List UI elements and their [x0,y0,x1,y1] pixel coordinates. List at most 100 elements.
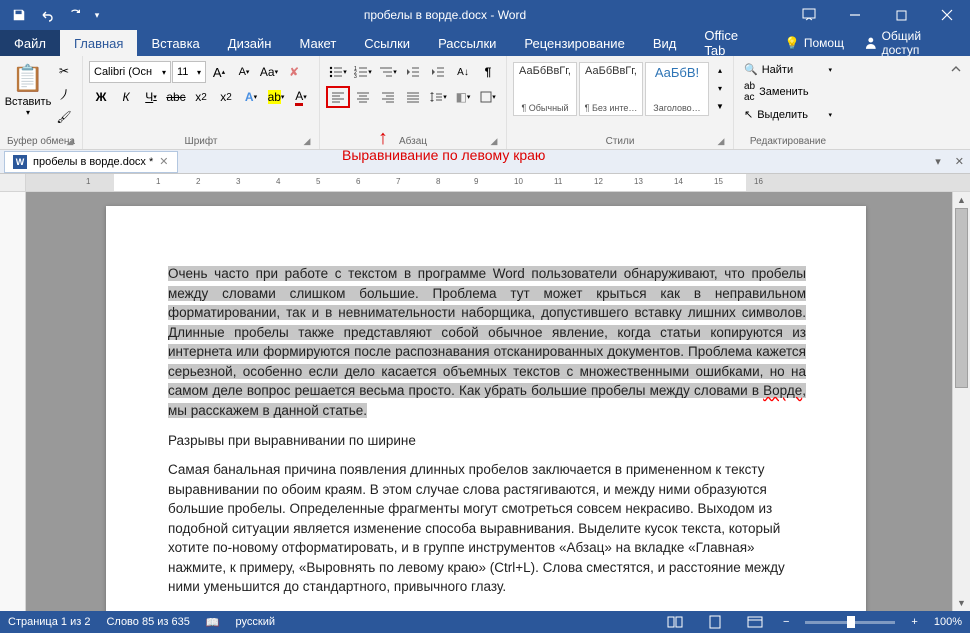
change-case-button[interactable]: Aa▾ [257,61,281,83]
replace-button[interactable]: abacЗаменить [740,79,836,105]
clear-formatting-button[interactable]: ✘ [282,61,306,83]
numbering-button[interactable]: 123▾ [351,61,375,83]
paragraph-body[interactable]: Самая банальная причина появления длинны… [168,460,806,597]
zoom-level[interactable]: 100% [934,616,962,628]
quick-access-toolbar: ▾ [0,2,104,28]
strikethrough-button[interactable]: abc [164,86,188,108]
maximize-button[interactable] [878,0,924,30]
doctabs-close-all[interactable]: ✕ [949,155,970,168]
vertical-ruler[interactable] [0,192,26,611]
tab-references[interactable]: Ссылки [350,30,424,56]
save-button[interactable] [6,2,32,28]
font-size-combo[interactable]: 11▾ [172,61,206,83]
borders-button[interactable]: ▾ [476,86,500,108]
font-color-button[interactable]: A▾ [289,86,313,108]
scissors-icon: ✂ [59,64,69,78]
paste-button[interactable]: 📋 Вставить ▾ [6,58,50,124]
zoom-handle[interactable] [847,616,855,628]
align-justify-button[interactable] [401,86,425,108]
multilevel-list-button[interactable]: ▾ [376,61,400,83]
scroll-up-button[interactable]: ▲ [953,192,970,208]
paragraph-heading[interactable]: Разрывы при выравнивании по ширине [168,431,806,451]
zoom-out-button[interactable]: − [783,616,789,628]
shrink-font-button[interactable]: A▾ [232,61,256,83]
styles-launcher[interactable]: ◢ [715,136,727,148]
qat-customize-button[interactable]: ▾ [90,2,104,28]
superscript-button[interactable]: x2 [214,86,238,108]
bullets-button[interactable]: ▾ [326,61,350,83]
show-marks-button[interactable]: ¶ [476,61,500,83]
zoom-slider[interactable] [805,621,895,624]
highlight-button[interactable]: ab▾ [264,86,288,108]
font-name-combo[interactable]: Calibri (Осн▾ [89,61,171,83]
align-right-button[interactable] [376,86,400,108]
select-button[interactable]: ↖Выделить▾ [740,106,836,123]
style-normal[interactable]: АаБбВвГг, ¶ Обычный [513,62,577,116]
document-tab[interactable]: W пробелы в ворде.docx * ✕ [4,151,178,173]
undo-button[interactable] [34,2,60,28]
vertical-scrollbar[interactable]: ▲ ▼ [952,192,970,611]
selected-text[interactable]: Очень часто при работе с текстом в прогр… [168,266,806,398]
tab-home[interactable]: Главная [60,30,137,56]
copy-button[interactable]: ⵰ [52,83,76,105]
tab-insert[interactable]: Вставка [137,30,213,56]
horizontal-ruler[interactable]: 1 1 2 3 4 5 6 7 8 9 10 11 12 13 14 15 16 [0,174,970,192]
document-canvas[interactable]: Очень часто при работе с текстом в прогр… [26,192,952,611]
subscript-button[interactable]: x2 [189,86,213,108]
sort-button[interactable]: A↓ [451,61,475,83]
clipboard-launcher[interactable]: ◢ [64,136,76,148]
font-launcher[interactable]: ◢ [301,136,313,148]
bold-button[interactable]: Ж [89,86,113,108]
shading-button[interactable]: ◧▾ [451,86,475,108]
ribbon: 📋 Вставить ▾ ✂ ⵰ 🖌 Буфер обмена◢ Calibri… [0,56,970,150]
language-indicator[interactable]: русский [236,616,275,628]
cut-button[interactable]: ✂ [52,60,76,82]
grow-font-button[interactable]: A▴ [207,61,231,83]
styles-more-button[interactable]: ▼ [713,98,727,115]
share-button[interactable]: Общий доступ [854,30,970,56]
zoom-in-button[interactable]: + [911,616,917,628]
style-no-spacing[interactable]: АаБбВвГг, ¶ Без инте… [579,62,643,116]
ribbon-tabs: Файл Главная Вставка Дизайн Макет Ссылки… [0,30,970,56]
word-count[interactable]: Слово 85 из 635 [106,616,189,628]
underline-button[interactable]: Ч▾ [139,86,163,108]
read-mode-button[interactable] [663,612,687,632]
tab-file[interactable]: Файл [0,30,60,56]
close-button[interactable] [924,0,970,30]
tab-design[interactable]: Дизайн [214,30,286,56]
tell-me-button[interactable]: 💡 Помощ [775,30,854,56]
paragraph-launcher[interactable]: ◢ [488,136,500,148]
style-heading1[interactable]: АаБбВ! Заголово… [645,62,709,116]
tab-view[interactable]: Вид [639,30,691,56]
ribbon-options-button[interactable] [786,0,832,30]
redo-button[interactable] [62,2,88,28]
tab-mailings[interactable]: Рассылки [424,30,510,56]
tab-close-icon[interactable]: ✕ [159,155,168,168]
lightbulb-icon: 💡 [785,36,800,50]
collapse-ribbon-button[interactable] [944,58,968,80]
line-spacing-button[interactable]: ▾ [426,86,450,108]
scroll-thumb[interactable] [955,208,968,388]
align-left-button[interactable] [326,86,350,108]
web-layout-button[interactable] [743,612,767,632]
tab-review[interactable]: Рецензирование [510,30,638,56]
italic-button[interactable]: К [114,86,138,108]
decrease-indent-button[interactable] [401,61,425,83]
styles-scroll-up[interactable]: ▴ [713,62,727,79]
align-center-button[interactable] [351,86,375,108]
tab-layout[interactable]: Макет [285,30,350,56]
text-effects-button[interactable]: A▾ [239,86,263,108]
format-painter-button[interactable]: 🖌 [52,106,76,128]
spellcheck-indicator[interactable]: 📖 [206,616,220,629]
document-page[interactable]: Очень часто при работе с текстом в прогр… [106,206,866,611]
tab-selector[interactable] [0,174,26,191]
page-indicator[interactable]: Страница 1 из 2 [8,616,90,628]
tab-officetab[interactable]: Office Tab [690,30,775,56]
doctabs-dropdown[interactable]: ▾ [927,155,949,168]
increase-indent-button[interactable] [426,61,450,83]
find-button[interactable]: 🔍Найти▾ [740,61,836,78]
styles-scroll-down[interactable]: ▾ [713,80,727,97]
scroll-down-button[interactable]: ▼ [953,595,970,611]
minimize-button[interactable] [832,0,878,30]
print-layout-button[interactable] [703,612,727,632]
